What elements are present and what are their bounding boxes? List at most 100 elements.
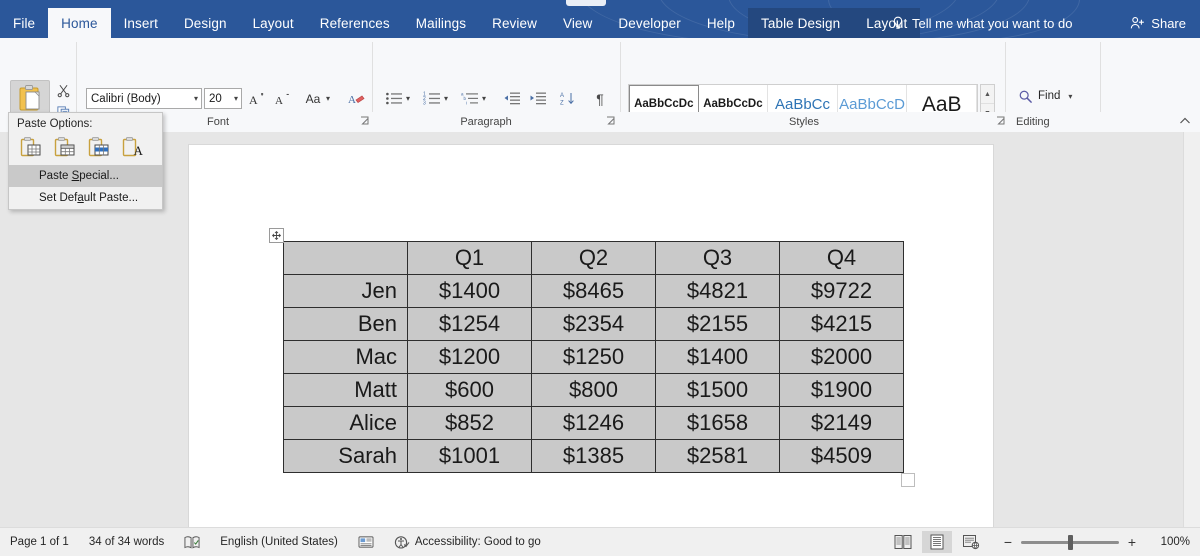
table-data-cell[interactable]: $1400: [407, 274, 532, 308]
window-restore-pill[interactable]: [566, 0, 606, 6]
table-header-cell[interactable]: Q4: [779, 241, 904, 275]
numbering-button[interactable]: 1 2 3: [420, 88, 444, 109]
table-row[interactable]: Matt $600 $800 $1500 $1900: [283, 373, 904, 407]
clear-formatting-button[interactable]: A: [344, 88, 368, 109]
table-row[interactable]: Sarah $1001 $1385 $2581 $4509: [283, 439, 904, 473]
numbering-caret-icon[interactable]: ▾: [444, 94, 448, 103]
multilevel-caret-icon[interactable]: ▾: [482, 94, 486, 103]
table-data-cell[interactable]: $1385: [531, 439, 656, 473]
decrease-indent-button[interactable]: [500, 88, 524, 109]
grow-font-button[interactable]: A: [246, 88, 268, 109]
font-dialog-launcher[interactable]: [360, 116, 372, 128]
table-data-cell[interactable]: $1250: [531, 340, 656, 374]
status-language[interactable]: English (United States): [210, 528, 348, 556]
paste-options-menu[interactable]: Paste Options: A Paste Special... Set De…: [8, 112, 163, 210]
table-row-header-cell[interactable]: Mac: [283, 340, 408, 374]
paragraph-dialog-launcher[interactable]: [606, 116, 618, 128]
paste-menu-item-paste-special[interactable]: Paste Special...: [9, 165, 162, 187]
show-formatting-marks-button[interactable]: ¶: [588, 88, 612, 109]
table-header-cell[interactable]: Q2: [531, 241, 656, 275]
zoom-percentage-label[interactable]: 100%: [1148, 536, 1200, 548]
table-data-cell[interactable]: $1246: [531, 406, 656, 440]
table-row-header-cell[interactable]: Sarah: [283, 439, 408, 473]
sort-button[interactable]: A Z: [556, 88, 580, 109]
paste-merge-formatting-button[interactable]: [51, 135, 79, 159]
table-row[interactable]: Mac $1200 $1250 $1400 $2000: [283, 340, 904, 374]
table-row[interactable]: Alice $852 $1246 $1658 $2149: [283, 406, 904, 440]
table-data-cell[interactable]: $1500: [655, 373, 780, 407]
table-move-handle[interactable]: [269, 228, 284, 243]
table-data-cell[interactable]: $2581: [655, 439, 780, 473]
table-data-cell[interactable]: $2354: [531, 307, 656, 341]
ribbon-tab-home[interactable]: Home: [48, 8, 111, 38]
shrink-font-button[interactable]: A: [272, 88, 294, 109]
bullets-button[interactable]: [382, 88, 406, 109]
bullets-caret-icon[interactable]: ▾: [406, 94, 410, 103]
table-data-cell[interactable]: $1001: [407, 439, 532, 473]
table-header-cell[interactable]: Q3: [655, 241, 780, 275]
table-data-cell[interactable]: $1200: [407, 340, 532, 374]
table-row-header-cell[interactable]: Jen: [283, 274, 408, 308]
view-print-layout-button[interactable]: [922, 531, 952, 553]
styles-scroll-up-button[interactable]: ▲: [981, 85, 994, 104]
multilevel-list-button[interactable]: a b i: [458, 88, 482, 109]
ribbon-tab-mailings[interactable]: Mailings: [403, 8, 479, 38]
document-table[interactable]: Q1 Q2 Q3 Q4 Jen $1400 $8465 $4821 $9722 Ben $1254 $…: [283, 241, 904, 473]
table-data-cell[interactable]: $2155: [655, 307, 780, 341]
status-accessibility[interactable]: Accessibility: Good to go: [384, 528, 551, 556]
table-row[interactable]: Ben $1254 $2354 $2155 $4215: [283, 307, 904, 341]
table-data-cell[interactable]: $1400: [655, 340, 780, 374]
table-data-cell[interactable]: $9722: [779, 274, 904, 308]
table-row-header-cell[interactable]: Ben: [283, 307, 408, 341]
table-row-header-cell[interactable]: Matt: [283, 373, 408, 407]
table-data-cell[interactable]: $800: [531, 373, 656, 407]
zoom-slider-thumb[interactable]: [1068, 534, 1073, 550]
ribbon-tab-design[interactable]: Design: [171, 8, 240, 38]
ribbon-tab-view[interactable]: View: [550, 8, 605, 38]
ribbon-tab-file[interactable]: File: [0, 8, 48, 38]
table-resize-handle[interactable]: [901, 473, 915, 487]
zoom-control[interactable]: − +: [988, 534, 1148, 550]
table-data-cell[interactable]: $1658: [655, 406, 780, 440]
view-read-mode-button[interactable]: [888, 531, 918, 553]
paste-use-destination-styles-button[interactable]: [85, 135, 113, 159]
ribbon-tab-developer[interactable]: Developer: [605, 8, 693, 38]
table-data-cell[interactable]: $2149: [779, 406, 904, 440]
increase-indent-button[interactable]: [526, 88, 550, 109]
status-proofing[interactable]: [174, 528, 210, 556]
change-case-caret-icon[interactable]: ▾: [326, 94, 330, 103]
table-row[interactable]: Jen $1400 $8465 $4821 $9722: [283, 274, 904, 308]
table-data-cell[interactable]: $2000: [779, 340, 904, 374]
table-corner-cell[interactable]: [283, 241, 408, 275]
table-header-row[interactable]: Q1 Q2 Q3 Q4: [283, 241, 904, 275]
table-header-cell[interactable]: Q1: [407, 241, 532, 275]
table-row-header-cell[interactable]: Alice: [283, 406, 408, 440]
table-data-cell[interactable]: $600: [407, 373, 532, 407]
share-button[interactable]: Share: [1129, 8, 1186, 38]
ribbon-tab-table-design[interactable]: Table Design: [748, 8, 854, 38]
ribbon-tab-review[interactable]: Review: [479, 8, 550, 38]
paste-menu-item-set-default-paste[interactable]: Set Default Paste...: [9, 187, 162, 209]
paste-keep-source-formatting-button[interactable]: [17, 135, 45, 159]
find-button[interactable]: Find ▾: [1018, 86, 1072, 106]
status-word-count[interactable]: 34 of 34 words: [79, 528, 174, 556]
font-size-combo[interactable]: 20 ▾: [204, 88, 242, 109]
cut-button[interactable]: [52, 80, 74, 100]
zoom-out-button[interactable]: −: [1002, 534, 1014, 550]
status-page-number[interactable]: Page 1 of 1: [0, 528, 79, 556]
ribbon-tab-references[interactable]: References: [307, 8, 403, 38]
ribbon-tab-layout[interactable]: Layout: [240, 8, 307, 38]
tell-me-search[interactable]: Tell me what you want to do: [890, 8, 1072, 38]
change-case-button[interactable]: Aa: [300, 88, 326, 109]
zoom-slider-track[interactable]: [1021, 534, 1119, 550]
view-web-layout-button[interactable]: [956, 531, 986, 553]
paste-keep-text-only-button[interactable]: A: [119, 135, 147, 159]
table-data-cell[interactable]: $4509: [779, 439, 904, 473]
styles-dialog-launcher[interactable]: [996, 116, 1008, 128]
collapse-ribbon-button[interactable]: [1178, 114, 1192, 128]
ribbon-tab-help[interactable]: Help: [694, 8, 748, 38]
font-name-combo[interactable]: Calibri (Body) ▾: [86, 88, 202, 109]
ribbon-tab-insert[interactable]: Insert: [111, 8, 171, 38]
table-data-cell[interactable]: $1254: [407, 307, 532, 341]
zoom-in-button[interactable]: +: [1126, 534, 1138, 550]
